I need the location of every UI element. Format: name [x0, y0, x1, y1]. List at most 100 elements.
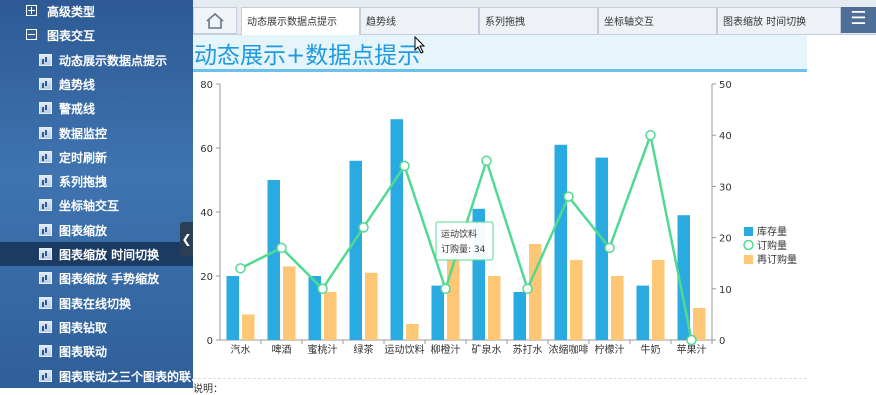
sidebar-item-label: 图表缩放 手势缩放: [59, 272, 160, 287]
x-axis-tick-label: 柠檬汁: [595, 343, 625, 356]
tooltip-value: 订购量: 34: [441, 243, 486, 255]
x-axis-tick-label: 柳橙汁: [431, 343, 461, 356]
sidebar-item-label: 警戒线: [59, 102, 96, 117]
bar-reorder: [652, 260, 665, 340]
right-axis-tick-label: 10: [719, 285, 732, 296]
chart-icon: [39, 126, 52, 139]
line-point-order: [317, 283, 328, 295]
line-point-order: [563, 191, 574, 202]
bar-reorder: [570, 260, 583, 340]
line-point-order: [481, 155, 492, 167]
tab-dynamic-tooltip[interactable]: 动态展示数据点提示: [241, 7, 360, 35]
line-point-order: [235, 263, 246, 274]
sidebar-collapse-button[interactable]: ❮: [180, 222, 193, 256]
sidebar-item[interactable]: 定时刷新: [0, 145, 193, 169]
expand-icon: [26, 5, 37, 16]
x-axis-tick-label: 浓缩咖啡: [549, 343, 589, 356]
chart-icon: [39, 320, 52, 333]
sidebar-item[interactable]: 图表联动: [0, 339, 193, 363]
x-axis-tick-label: 苏打水: [513, 343, 543, 356]
x-axis-tick-label: 蜜桃汁: [308, 343, 338, 356]
chart-icon: [39, 53, 52, 66]
legend-label-order: 订购量: [757, 239, 787, 252]
sidebar-item-label: 定时刷新: [59, 150, 108, 165]
legend-swatch-order: [743, 239, 754, 251]
bar-stock: [267, 180, 280, 340]
bar-reorder: [365, 272, 378, 340]
tab-label: 图表缩放 时间切换: [723, 17, 807, 28]
chart-icon: [39, 175, 52, 188]
sidebar-item[interactable]: 坐标轴交互: [0, 193, 193, 217]
bar-stock: [349, 160, 362, 340]
sidebar-item-label: 图表交互: [47, 29, 96, 44]
right-axis-tick-label: 50: [719, 80, 732, 91]
notes-section: 说明：: [193, 378, 807, 395]
chart-icon: [39, 150, 52, 163]
tab-axis-interaction[interactable]: 坐标轴交互: [598, 7, 717, 34]
sidebar-item[interactable]: 图表缩放 时间切换: [0, 242, 193, 266]
line-point-order: [358, 222, 369, 233]
tab-label: 动态展示数据点提示: [247, 17, 337, 28]
home-icon: [206, 12, 224, 29]
sidebar-item[interactable]: 趋势线: [0, 72, 193, 96]
chart-icon: [39, 272, 52, 285]
tab-series-drag[interactable]: 系列拖拽: [479, 7, 598, 34]
sidebar-item-label: 动态展示数据点提示: [59, 53, 168, 68]
sidebar-item-label: 趋势线: [59, 77, 96, 92]
bar-reorder: [406, 324, 419, 340]
tooltip-series: 运动饮料: [441, 228, 477, 240]
bar-reorder: [447, 260, 460, 340]
sidebar-item[interactable]: 图表缩放 手势缩放: [0, 266, 193, 290]
bar-stock: [226, 276, 239, 340]
bar-reorder: [324, 292, 337, 340]
notes-label: 说明：: [193, 384, 223, 395]
left-axis-tick-label: 0: [207, 336, 213, 347]
x-axis-tick-label: 绿茶: [354, 343, 374, 356]
sidebar-item[interactable]: 警戒线: [0, 96, 193, 120]
tab-trendline[interactable]: 趋势线: [360, 7, 479, 34]
bar-stock: [513, 292, 526, 340]
sidebar-item[interactable]: 图表缩放: [0, 218, 193, 242]
page-header: 动态展示+数据点提示: [193, 35, 807, 72]
tab-label: 趋势线: [366, 17, 396, 28]
x-axis-tick-label: 啤酒: [272, 344, 292, 356]
sidebar-item[interactable]: 动态展示数据点提示: [0, 48, 193, 72]
sidebar-item[interactable]: 图表交互: [0, 23, 193, 47]
tab-label: 系列拖拽: [485, 17, 525, 28]
x-axis-tick-label: 矿泉水: [472, 343, 502, 356]
sidebar-item[interactable]: 图表钻取: [0, 315, 193, 339]
bar-reorder: [283, 266, 296, 340]
bar-reorder: [488, 276, 501, 340]
sidebar-item-label: 图表缩放 时间切换: [59, 248, 160, 262]
sidebar-item[interactable]: 数据监控: [0, 121, 193, 145]
left-axis-tick-label: 40: [200, 208, 213, 219]
chart-icon: [39, 248, 52, 260]
home-tab[interactable]: [193, 7, 237, 34]
sidebar-item-label: 数据监控: [59, 126, 108, 141]
chart-icon: [39, 345, 52, 358]
sidebar-item[interactable]: 高级类型: [0, 0, 193, 23]
menu-button[interactable]: ☰: [841, 7, 876, 33]
left-axis-tick-label: 20: [200, 272, 213, 283]
mouse-cursor-icon: [414, 36, 426, 54]
legend-label-reorder: 再订购量: [757, 253, 797, 266]
bar-stock: [554, 144, 567, 340]
chart-icon: [39, 223, 52, 236]
right-axis-tick-label: 40: [719, 131, 732, 142]
bar-reorder: [242, 314, 255, 340]
left-axis-tick-label: 80: [200, 80, 213, 91]
tab-zoom-time[interactable]: 图表缩放 时间切换: [717, 7, 841, 34]
sidebar-item-label: 图表联动之三个图表的联...: [59, 369, 193, 384]
sidebar-item[interactable]: 图表在线切换: [0, 291, 193, 315]
sidebar-item-label: 图表联动: [59, 345, 108, 360]
line-point-order: [399, 160, 410, 172]
sidebar-item-label: 图表钻取: [59, 320, 108, 335]
sidebar-item[interactable]: 图表联动之三个图表的联...: [0, 364, 193, 388]
line-point-order: [645, 129, 656, 141]
hamburger-icon: ☰: [850, 8, 867, 29]
chart-icon: [39, 102, 52, 115]
left-axis-tick-label: 60: [200, 144, 213, 155]
line-point-order: [522, 283, 533, 295]
sidebar-item[interactable]: 系列拖拽: [0, 169, 193, 193]
line-point-order: [686, 334, 697, 346]
